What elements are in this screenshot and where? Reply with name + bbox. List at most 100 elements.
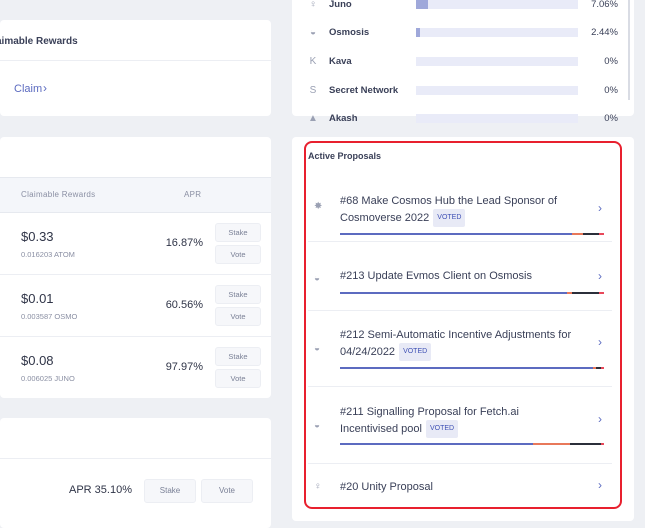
proposal-title: #20 Unity Proposal xyxy=(340,479,580,495)
chevron-right-icon[interactable]: › xyxy=(598,201,602,215)
tally-segment-abstain xyxy=(601,443,604,445)
kava-icon: K xyxy=(309,56,317,67)
voted-badge: VOTED xyxy=(433,209,466,227)
proposal-item[interactable]: ◒ #213 Update Evmos Client on Osmosis › xyxy=(308,242,612,311)
chain-row-akash[interactable]: ▲ Akash 0% xyxy=(292,106,622,134)
allocation-bar xyxy=(416,0,578,9)
proposal-item[interactable]: ◒ #212 Semi-Automatic Incentive Adjustme… xyxy=(308,311,612,387)
allocation-percent: 2.44% xyxy=(591,27,618,38)
reward-token-amount: 0.016203 ATOM xyxy=(21,250,75,259)
tally-segment-yes xyxy=(340,367,594,369)
table-header: Claimable Rewards APR xyxy=(0,177,271,213)
chevron-right-icon[interactable]: › xyxy=(598,412,602,426)
chain-row-osmosis[interactable]: ◒ Osmosis 2.44% xyxy=(292,20,622,48)
validator-apr: APR 35.10% xyxy=(69,484,132,496)
allocation-bar xyxy=(416,86,578,95)
reward-amount: $0.33 xyxy=(21,229,54,244)
proposal-item[interactable]: ✸ #68 Make Cosmos Hub the Lead Sponsor o… xyxy=(308,175,612,242)
apr-value: 60.56% xyxy=(165,299,203,311)
chain-allocation-card: ♀ Juno 7.06% ◒ Osmosis 2.44% K Kava 0% S… xyxy=(292,0,634,124)
proposal-text: #20 Unity Proposal xyxy=(340,481,433,493)
proposal-item[interactable]: ◒ #211 Signalling Proposal for Fetch.ai … xyxy=(308,387,612,464)
voted-badge: VOTED xyxy=(399,343,432,361)
chain-row-kava[interactable]: K Kava 0% xyxy=(292,49,622,77)
chain-name: Akash xyxy=(329,113,358,124)
tally-segment-yes xyxy=(340,233,573,235)
apr-value: 16.87% xyxy=(165,237,203,249)
osmosis-icon: ◒ xyxy=(314,420,321,431)
column-header-claimable-rewards: Claimable Rewards xyxy=(21,190,96,199)
chain-row-secret-network[interactable]: S Secret Network 0% xyxy=(292,78,622,106)
active-proposals-card: Active Proposals ✸ #68 Make Cosmos Hub t… xyxy=(292,137,634,521)
tally-segment-no-with-veto xyxy=(582,233,599,235)
tally-segment-abstain xyxy=(598,233,604,235)
proposal-item[interactable]: ♀ #20 Unity Proposal › xyxy=(308,464,612,504)
vote-button[interactable]: Vote xyxy=(215,245,261,264)
proposal-title: #212 Semi-Automatic Incentive Adjustment… xyxy=(340,327,580,361)
chain-name: Juno xyxy=(329,0,352,10)
reward-amount: $0.01 xyxy=(21,291,54,306)
allocation-bar xyxy=(416,57,578,66)
allocation-percent: 0% xyxy=(604,113,618,124)
allocation-percent: 7.06% xyxy=(591,0,618,10)
claim-button[interactable]: Claim xyxy=(14,83,42,95)
divider xyxy=(0,60,271,61)
tally-segment-yes xyxy=(340,292,568,294)
secret-network-icon: S xyxy=(309,85,317,96)
osmosis-icon: ◒ xyxy=(314,343,321,354)
apr-value: 97.97% xyxy=(165,361,203,373)
scrollbar[interactable] xyxy=(628,0,630,100)
stake-button[interactable]: Stake xyxy=(215,347,261,366)
chevron-right-icon[interactable]: › xyxy=(598,478,602,492)
chevron-right-icon[interactable]: › xyxy=(43,81,47,95)
tally-segment-no-with-veto xyxy=(569,443,602,445)
table-row: $0.33 0.016203 ATOM 16.87% Stake Vote xyxy=(0,212,271,275)
chevron-right-icon[interactable]: › xyxy=(598,269,602,283)
chain-name: Secret Network xyxy=(329,85,399,96)
proposal-title: #68 Make Cosmos Hub the Lead Sponsor of … xyxy=(340,193,580,227)
chain-row-juno[interactable]: ♀ Juno 7.06% xyxy=(292,0,622,20)
active-proposals-title: Active Proposals xyxy=(308,151,382,161)
akash-icon: ▲ xyxy=(308,113,318,124)
voted-badge: VOTED xyxy=(425,420,459,438)
vote-button[interactable]: Vote xyxy=(215,369,261,388)
chain-name: Kava xyxy=(329,56,352,67)
divider xyxy=(0,458,271,459)
claimable-rewards-title: Claimable Rewards xyxy=(0,36,78,47)
column-header-apr: APR xyxy=(184,190,202,199)
reward-token-amount: 0.003587 OSMO xyxy=(21,312,78,321)
tally-bar xyxy=(340,443,604,445)
osmosis-icon: ◒ xyxy=(309,27,317,38)
vote-button[interactable]: Vote xyxy=(201,479,253,503)
tally-segment-abstain xyxy=(598,292,604,294)
osmosis-icon: ◒ xyxy=(314,273,321,284)
vote-button[interactable]: Vote xyxy=(215,307,261,326)
tally-segment-no xyxy=(532,443,570,445)
reward-token-amount: 0.006025 JUNO xyxy=(21,374,75,383)
allocation-bar-fill xyxy=(416,28,420,37)
table-row: $0.01 0.003587 OSMO 60.56% Stake Vote xyxy=(0,274,271,337)
juno-icon: ♀ xyxy=(309,0,317,10)
tally-segment-yes xyxy=(340,443,533,445)
stake-button[interactable]: Stake xyxy=(215,285,261,304)
stake-button[interactable]: Stake xyxy=(215,223,261,242)
allocation-percent: 0% xyxy=(604,85,618,96)
allocation-bar xyxy=(416,114,578,123)
allocation-percent: 0% xyxy=(604,56,618,67)
stake-button[interactable]: Stake xyxy=(144,479,196,503)
reward-amount: $0.08 xyxy=(21,353,54,368)
proposal-text: #213 Update Evmos Client on Osmosis xyxy=(340,270,532,282)
chevron-right-icon[interactable]: › xyxy=(598,335,602,349)
allocation-bar xyxy=(416,28,578,37)
chain-name: Osmosis xyxy=(329,27,370,38)
juno-icon: ♀ xyxy=(314,481,322,492)
table-row: $0.08 0.006025 JUNO 97.97% Stake Vote xyxy=(0,336,271,398)
tally-segment-abstain xyxy=(601,367,604,369)
tally-bar xyxy=(340,292,604,294)
cosmos-hub-icon: ✸ xyxy=(314,201,323,212)
claimable-rewards-card: Claimable Rewards Claim › xyxy=(0,20,271,116)
validator-card: APR 35.10% Stake Vote xyxy=(0,418,271,528)
tally-bar xyxy=(340,367,604,369)
tally-segment-no xyxy=(572,233,583,235)
tally-bar xyxy=(340,233,604,235)
